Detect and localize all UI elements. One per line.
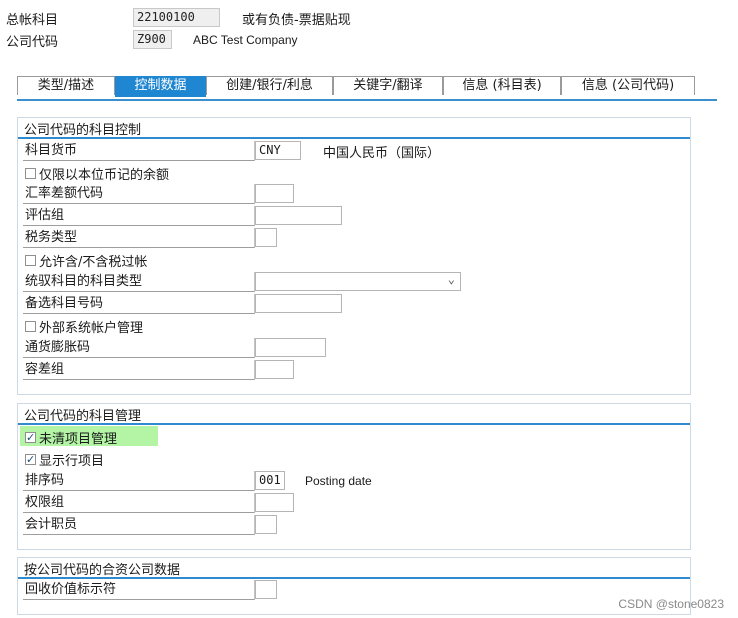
gl-account-description: 或有负债-票据贴现 bbox=[242, 13, 351, 28]
tolerance-group-label: 容差组 bbox=[23, 360, 255, 380]
joint-venture-title: 按公司代码的合资公司数据 bbox=[24, 563, 181, 578]
tab-keyword-translation[interactable]: 关键字/翻译 bbox=[333, 76, 443, 95]
tolerance-group-input[interactable] bbox=[255, 360, 294, 379]
exchange-rate-diff-label: 汇率差额代码 bbox=[23, 184, 255, 204]
tab-strip: 类型/描述 控制数据 创建/银行/利息 关键字/翻译 信息 (科目表) 信息 (… bbox=[17, 76, 717, 100]
tab-info-chart-of-accounts[interactable]: 信息 (科目表) bbox=[443, 76, 561, 95]
joint-venture-group: 按公司代码的合资公司数据 回收价值标示符 bbox=[17, 557, 691, 615]
account-management-title: 公司代码的科目管理 bbox=[24, 409, 142, 424]
balances-local-only-label: 仅限以本位币记的余额 bbox=[39, 168, 170, 183]
posting-without-tax-label: 允许含/不含税过帐 bbox=[39, 255, 148, 270]
external-system-label: 外部系统帐户管理 bbox=[39, 321, 144, 336]
account-management-group: 公司代码的科目管理 ✓ 未清项目管理 ✓ 显示行项目 排序码 001 Posti… bbox=[17, 403, 691, 550]
posting-without-tax-checkbox[interactable] bbox=[25, 255, 36, 266]
gl-account-label: 总帐科目 bbox=[6, 13, 59, 28]
recovery-indicator-label: 回收价值标示符 bbox=[23, 580, 255, 600]
company-code-description: ABC Test Company bbox=[193, 33, 298, 47]
inflation-key-label: 通货膨胀码 bbox=[23, 338, 255, 358]
external-system-checkbox[interactable] bbox=[25, 321, 36, 332]
line-items-checkbox[interactable]: ✓ bbox=[25, 454, 36, 465]
group-rule bbox=[18, 577, 690, 579]
alternative-account-input[interactable] bbox=[255, 294, 342, 313]
account-currency-description: 中国人民币（国际） bbox=[323, 146, 441, 161]
alternative-account-label: 备选科目号码 bbox=[23, 294, 255, 314]
sort-key-description: Posting date bbox=[305, 474, 372, 488]
accounting-clerk-input[interactable] bbox=[255, 515, 277, 534]
sort-key-label: 排序码 bbox=[23, 471, 255, 491]
open-item-label: 未清项目管理 bbox=[39, 432, 118, 447]
recon-account-type-select[interactable] bbox=[255, 271, 461, 291]
authorization-group-input[interactable] bbox=[255, 493, 294, 512]
watermark: CSDN @stone0823 bbox=[618, 597, 724, 611]
account-control-title: 公司代码的科目控制 bbox=[24, 123, 142, 138]
balances-local-only-checkbox[interactable] bbox=[25, 168, 36, 179]
account-currency-label: 科目货币 bbox=[23, 141, 255, 161]
company-code-field[interactable]: Z900 bbox=[133, 30, 172, 49]
inflation-key-input[interactable] bbox=[255, 338, 326, 357]
accounting-clerk-label: 会计职员 bbox=[23, 515, 255, 535]
line-items-label: 显示行项目 bbox=[39, 454, 105, 469]
tab-info-company-code[interactable]: 信息 (公司代码) bbox=[561, 76, 695, 95]
account-currency-input[interactable]: CNY bbox=[255, 141, 301, 160]
valuation-group-input[interactable] bbox=[255, 206, 342, 225]
authorization-group-label: 权限组 bbox=[23, 493, 255, 513]
group-rule bbox=[18, 423, 690, 425]
recovery-indicator-input[interactable] bbox=[255, 580, 277, 599]
company-code-label: 公司代码 bbox=[6, 35, 59, 50]
group-rule bbox=[18, 137, 690, 139]
tax-category-input[interactable] bbox=[255, 228, 277, 247]
sort-key-input[interactable]: 001 bbox=[255, 471, 285, 490]
gl-account-field[interactable]: 22100100 bbox=[133, 8, 220, 27]
recon-account-type-label: 统驭科目的科目类型 bbox=[23, 272, 255, 292]
tab-control-data[interactable]: 控制数据 bbox=[115, 76, 206, 97]
tax-category-label: 税务类型 bbox=[23, 228, 255, 248]
open-item-checkbox[interactable]: ✓ bbox=[25, 432, 36, 443]
exchange-rate-diff-input[interactable] bbox=[255, 184, 294, 203]
tab-create-bank-interest[interactable]: 创建/银行/利息 bbox=[206, 76, 333, 95]
tab-type-description[interactable]: 类型/描述 bbox=[17, 76, 115, 95]
tab-underline bbox=[17, 99, 717, 101]
account-control-group: 公司代码的科目控制 科目货币 CNY 中国人民币（国际） 仅限以本位币记的余额 … bbox=[17, 117, 691, 395]
valuation-group-label: 评估组 bbox=[23, 206, 255, 226]
